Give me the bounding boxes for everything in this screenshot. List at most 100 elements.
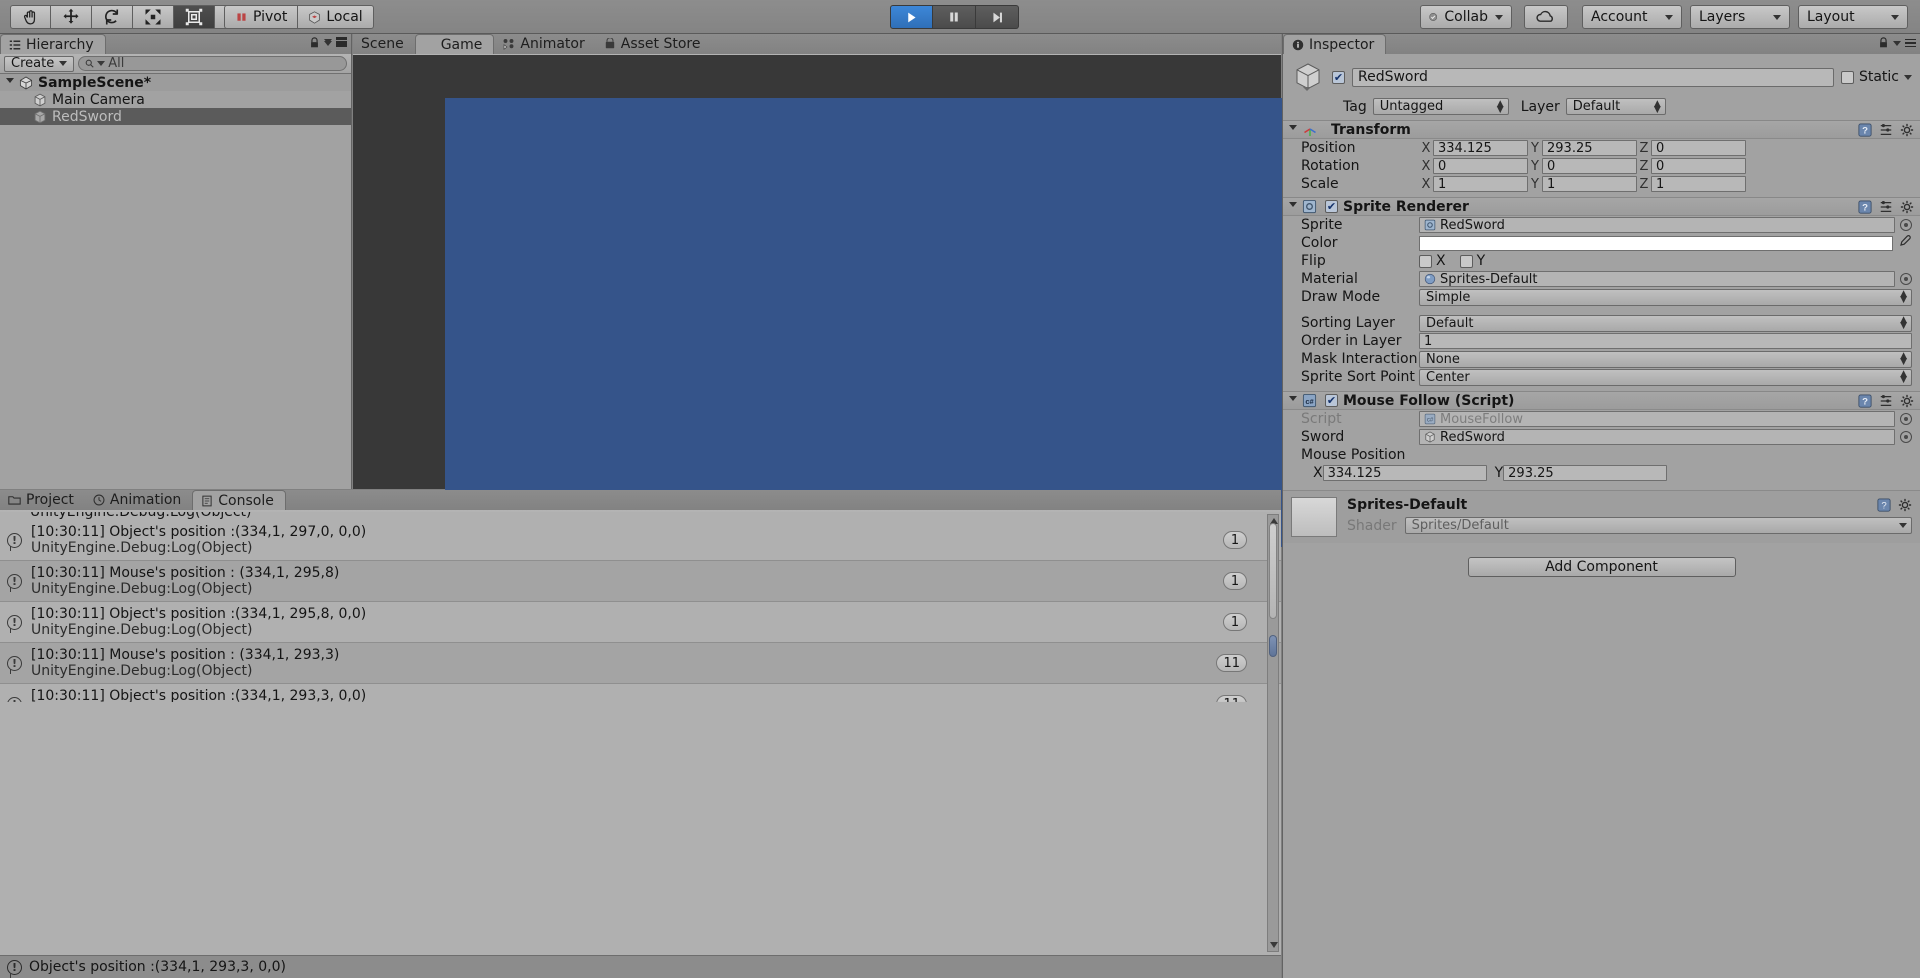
preset-icon[interactable] (1879, 123, 1893, 137)
local-button[interactable]: Local (298, 5, 374, 29)
position-x-field[interactable]: 334.125 (1433, 140, 1528, 156)
position-y-field[interactable]: 293.25 (1542, 140, 1637, 156)
static-toggle[interactable]: Static (1840, 69, 1912, 85)
rotation-y-field[interactable]: 0 (1542, 158, 1637, 174)
tab-scene[interactable]: Scene (353, 34, 415, 54)
tag-dropdown[interactable]: Untagged ▲ ▼ (1372, 98, 1509, 115)
pause-button[interactable] (933, 5, 976, 29)
tab-console[interactable]: Console (192, 490, 286, 510)
expand-triangle-icon[interactable] (1289, 202, 1297, 211)
rotation-x-field[interactable]: 0 (1433, 158, 1528, 174)
console-detail-area[interactable] (0, 702, 1281, 955)
mouse-follow-header[interactable]: c# Mouse Follow (Script) ? (1283, 391, 1920, 410)
gear-icon[interactable] (1900, 200, 1914, 214)
console-log-list[interactable]: UnityEngine.Debug:Log(Object) ! [10:30:1… (0, 512, 1281, 702)
cloud-button[interactable] (1524, 5, 1568, 29)
rotate-tool-button[interactable] (92, 5, 133, 29)
console-scroll-thumb[interactable] (1269, 523, 1277, 619)
chevron-down-icon[interactable] (324, 38, 332, 44)
gear-icon[interactable] (1900, 123, 1914, 137)
collab-button[interactable]: Collab (1420, 5, 1512, 29)
rotation-z-field[interactable]: 0 (1651, 158, 1746, 174)
chevron-down-icon[interactable] (1904, 74, 1912, 80)
console-log-row[interactable]: ! [10:30:11] Object's position :(334,1, … (0, 602, 1281, 643)
tab-asset-store[interactable]: Asset Store (596, 34, 712, 54)
scene-menu-icon[interactable] (336, 37, 347, 46)
sprite-renderer-checkbox[interactable] (1325, 200, 1338, 213)
play-button[interactable] (890, 5, 933, 29)
hand-tool-button[interactable] (10, 5, 51, 29)
tab-hierarchy[interactable]: Hierarchy (0, 34, 106, 54)
static-checkbox[interactable] (1840, 70, 1854, 84)
layout-dropdown[interactable]: Layout (1798, 5, 1908, 29)
rect-tool-button[interactable] (174, 5, 215, 29)
sprite-picker-icon[interactable] (1900, 219, 1912, 231)
mouse-y-field[interactable]: 293.25 (1503, 465, 1668, 481)
expand-triangle-icon[interactable] (6, 78, 14, 87)
scale-y-field[interactable]: 1 (1542, 176, 1637, 192)
scale-x-field[interactable]: 1 (1433, 176, 1528, 192)
transform-component-header[interactable]: Transform ? (1283, 120, 1920, 139)
object-active-checkbox[interactable] (1332, 70, 1345, 84)
tab-game[interactable]: Game (414, 34, 495, 54)
lock-icon[interactable] (1878, 37, 1889, 49)
sword-picker-icon[interactable] (1900, 431, 1912, 443)
console-log-row[interactable]: ! [10:30:11] Mouse's position : (334,1, … (0, 643, 1281, 684)
move-tool-button[interactable] (51, 5, 92, 29)
scale-z-field[interactable]: 1 (1651, 176, 1746, 192)
preset-icon[interactable] (1879, 394, 1893, 408)
eyedropper-icon[interactable] (1898, 234, 1912, 252)
expand-triangle-icon[interactable] (1289, 396, 1297, 405)
hierarchy-item-main-camera[interactable]: Main Camera (0, 91, 351, 108)
step-button[interactable] (976, 5, 1019, 29)
order-field[interactable]: 1 (1419, 333, 1912, 349)
gear-icon[interactable] (1900, 394, 1914, 408)
color-swatch-field[interactable] (1419, 235, 1893, 251)
console-log-row[interactable]: ! [10:30:11] Mouse's position : (334,1, … (0, 561, 1281, 602)
position-z-field[interactable]: 0 (1651, 140, 1746, 156)
pivot-button[interactable]: Pivot (224, 5, 299, 29)
console-scroll-thumb-active[interactable] (1269, 635, 1277, 657)
console-scrollbar[interactable] (1267, 514, 1279, 952)
sprite-renderer-header[interactable]: Sprite Renderer ? (1283, 197, 1920, 216)
add-component-button[interactable]: Add Component (1467, 557, 1736, 577)
sort-point-dropdown[interactable]: Center ▲ ▼ (1419, 368, 1912, 386)
hierarchy-scene-row[interactable]: SampleScene* (0, 37, 351, 91)
preset-icon[interactable] (1879, 200, 1893, 214)
sprite-object-field[interactable]: RedSword (1419, 217, 1895, 233)
scroll-down-arrow[interactable] (1269, 940, 1279, 950)
scale-tool-button[interactable] (133, 5, 174, 29)
material-object-field[interactable]: Sprites-Default (1419, 271, 1895, 287)
console-log-row[interactable]: ! [10:30:11] Object's position :(334,1, … (0, 684, 1281, 702)
tab-animator[interactable]: Animator (494, 34, 595, 54)
chevron-down-icon[interactable] (1893, 40, 1901, 46)
object-name-field[interactable]: RedSword (1352, 67, 1834, 87)
sword-object-field[interactable]: RedSword (1419, 429, 1895, 445)
help-icon[interactable]: ? (1858, 122, 1872, 137)
material-picker-icon[interactable] (1900, 273, 1912, 285)
game-canvas[interactable] (353, 55, 1353, 547)
tab-animation[interactable]: Animation (85, 490, 192, 510)
help-icon[interactable]: ? (1858, 393, 1872, 408)
draw-mode-dropdown[interactable]: Simple ▲ ▼ (1419, 288, 1912, 306)
account-dropdown[interactable]: Account (1582, 5, 1682, 29)
hierarchy-item-redsword[interactable]: RedSword (0, 108, 351, 125)
mask-dropdown[interactable]: None ▲ ▼ (1419, 350, 1912, 368)
layer-dropdown[interactable]: Default ▲ ▼ (1565, 98, 1666, 115)
lock-icon[interactable] (309, 37, 320, 49)
hierarchy-search-input[interactable]: All (78, 56, 347, 71)
create-button[interactable]: Create (4, 55, 75, 72)
shader-dropdown[interactable]: Sprites/Default (1404, 517, 1912, 534)
layers-dropdown[interactable]: Layers (1690, 5, 1790, 29)
mouse-x-field[interactable]: 334.125 (1322, 465, 1487, 481)
help-icon[interactable]: ? (1858, 199, 1872, 214)
gear-icon[interactable] (1898, 498, 1912, 512)
flip-x-checkbox[interactable] (1419, 254, 1432, 268)
console-log-row[interactable]: ! [10:30:11] Object's position :(334,1, … (0, 520, 1281, 561)
sorting-layer-dropdown[interactable]: Default ▲ ▼ (1419, 314, 1912, 332)
mouse-follow-checkbox[interactable] (1325, 394, 1338, 407)
inspector-menu-icon[interactable] (1905, 38, 1916, 48)
expand-triangle-icon[interactable] (1289, 125, 1297, 134)
flip-y-checkbox[interactable] (1459, 254, 1473, 268)
tab-project[interactable]: Project (0, 490, 85, 510)
